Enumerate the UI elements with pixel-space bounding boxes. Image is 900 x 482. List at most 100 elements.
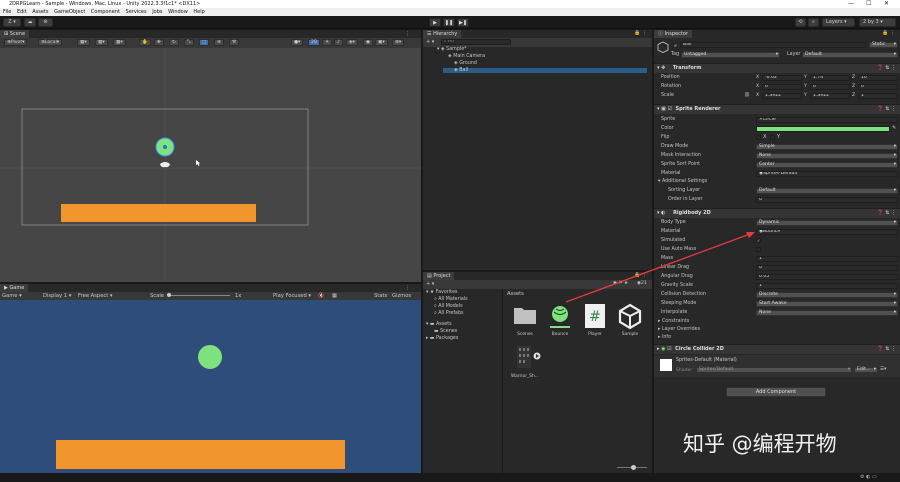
project-add-button[interactable]: + ▾ xyxy=(426,281,434,287)
rigidbody-header[interactable]: ▾ ◐ Rigidbody 2D ❓ ⇅ ⋮ xyxy=(654,208,900,218)
component-menu-icon[interactable]: ❓ ⇅ ⋮ xyxy=(877,209,896,218)
transform-tool-icon[interactable]: ⊛ xyxy=(214,39,224,46)
scale-slider[interactable] xyxy=(168,295,230,296)
scale-x-field[interactable]: 1.3922 xyxy=(762,93,802,99)
asset-bounce[interactable]: Bounce xyxy=(546,302,574,338)
sprite-renderer-header[interactable]: ▾ ▣ ☑ Sprite Renderer ❓ ⇅ ⋮ xyxy=(654,104,900,114)
tag-dropdown[interactable]: Untagged xyxy=(681,52,780,58)
enabled-checkbox[interactable]: ☑ xyxy=(667,346,671,352)
panel-divider[interactable] xyxy=(421,30,423,473)
tab-hierarchy[interactable]: ☰ Hierarchy xyxy=(423,30,462,38)
stats-toggle[interactable]: Stats xyxy=(374,293,387,299)
tree-fav-prefabs[interactable]: ⌕ All Prefabs xyxy=(434,310,464,316)
pivot-dropdown[interactable]: ⊕Pivot▾ xyxy=(4,39,28,46)
aspect-dropdown[interactable]: Free Aspect ▾ xyxy=(78,293,113,299)
shader-dropdown[interactable]: Sprites/Default xyxy=(696,367,852,373)
scene-ground[interactable] xyxy=(61,204,256,222)
flip-y-checkbox[interactable] xyxy=(770,135,775,140)
project-filter-icons[interactable]: ◉ ⚑ ★ xyxy=(613,281,628,286)
component-menu-icon[interactable]: ❓ ⇅ ⋮ xyxy=(877,105,896,114)
tab-inspector[interactable]: ⓘ Inspector xyxy=(654,30,692,38)
status-icons[interactable]: ⚙ ◐ ▭ xyxy=(860,474,877,480)
tab-project[interactable]: ▤ Project xyxy=(423,272,455,280)
tree-favorites[interactable]: ▾ ★ Favorites xyxy=(426,290,457,295)
active-checkbox[interactable]: ✓ xyxy=(673,43,678,48)
sort-point-dropdown[interactable]: Center xyxy=(756,162,898,168)
hidden-objects-icon[interactable]: ◉ xyxy=(363,39,374,46)
game-tab-menu-icon[interactable]: ⋮ xyxy=(405,285,410,291)
panel-divider[interactable] xyxy=(0,282,421,284)
body-type-dropdown[interactable]: Dynamic xyxy=(756,220,898,226)
draw-mode-dropdown[interactable]: Simple xyxy=(756,144,898,150)
step-button[interactable]: ▶❚ xyxy=(457,18,469,27)
menu-help[interactable]: Help xyxy=(193,9,204,15)
simulated-checkbox[interactable]: ✓ xyxy=(756,238,761,243)
minimize-button[interactable]: — xyxy=(848,0,854,8)
game-viewport[interactable] xyxy=(0,300,421,473)
mask-interaction-dropdown[interactable]: None xyxy=(756,153,898,159)
hierarchy-search-input[interactable]: ⌕ All xyxy=(441,39,511,45)
collision-detection-dropdown[interactable]: Discrete xyxy=(756,292,898,298)
icon-size-slider-handle[interactable] xyxy=(631,465,636,470)
layers-dropdown[interactable]: Layers ▾ xyxy=(822,18,855,27)
tree-scenes[interactable]: ▬ Scenes xyxy=(434,329,457,334)
rotation-z-field[interactable]: 0 xyxy=(858,84,898,90)
interpolate-dropdown[interactable]: None xyxy=(756,310,898,316)
hand-tool-icon[interactable]: ✋ xyxy=(139,39,151,46)
position-x-field[interactable]: -0.02 xyxy=(762,75,802,81)
flip-x-checkbox[interactable] xyxy=(756,135,761,140)
info-foldout[interactable]: ▸ Info xyxy=(658,335,671,340)
hierarchy-add-button[interactable]: + ▾ xyxy=(426,39,434,45)
draw-mode-icon[interactable]: ●▾ xyxy=(291,39,304,46)
auto-mass-checkbox[interactable] xyxy=(756,247,761,252)
position-y-field[interactable]: 1.74 xyxy=(810,75,850,81)
close-button[interactable]: ✕ xyxy=(884,0,889,8)
history-icon[interactable]: ⟲ xyxy=(795,18,806,27)
local-dropdown[interactable]: ⊕Local▾ xyxy=(38,39,63,46)
menu-edit[interactable]: Edit xyxy=(17,9,27,15)
audio-icon[interactable]: ♪ xyxy=(334,39,343,46)
maximize-button[interactable]: ☐ xyxy=(866,0,871,8)
menu-window[interactable]: Window xyxy=(168,9,188,15)
add-component-button[interactable]: Add Component xyxy=(726,387,826,397)
scene-viewport[interactable] xyxy=(0,48,421,282)
custom-tool-icon[interactable]: ⚒ xyxy=(229,39,240,46)
hierarchy-item-ball[interactable]: ◈ Ball xyxy=(443,68,647,73)
sprite-field[interactable]: ✕Circle xyxy=(756,117,898,123)
panel-divider[interactable] xyxy=(423,270,652,272)
game-mode-dropdown[interactable]: Game ▾ xyxy=(2,293,22,299)
snap-settings-icon[interactable]: ▦▾ xyxy=(113,39,126,46)
menu-jobs[interactable]: Jobs xyxy=(152,9,162,15)
camera-icon[interactable]: ▣▾ xyxy=(375,39,388,46)
mass-field[interactable]: 1 xyxy=(756,256,898,262)
rotation-x-field[interactable]: 0 xyxy=(762,84,802,90)
sleeping-mode-dropdown[interactable]: Start Awake xyxy=(756,301,898,307)
inspector-lock-icon[interactable]: 🔒 ⋮ xyxy=(882,30,895,36)
additional-settings-foldout[interactable]: ▾ Additional Settings xyxy=(658,179,707,184)
color-swatch[interactable] xyxy=(756,126,890,132)
pause-button[interactable]: ❚❚ xyxy=(443,18,455,27)
asset-scenes[interactable]: Scenes xyxy=(511,302,539,338)
stats-button[interactable]: ▦ xyxy=(332,293,337,299)
scene-tab-menu-icon[interactable]: ⋮ xyxy=(405,31,410,37)
tree-fav-materials[interactable]: ⌕ All Materials xyxy=(434,296,468,302)
position-z-field[interactable]: 10 xyxy=(858,75,898,81)
gravity-scale-field[interactable]: 1 xyxy=(756,283,898,289)
enabled-checkbox[interactable]: ☑ xyxy=(667,106,671,112)
scale-slider-handle[interactable] xyxy=(167,293,171,297)
sprite-material-field[interactable]: ◉Sprites-Default xyxy=(756,171,898,177)
eyedropper-icon[interactable]: ✎ xyxy=(892,125,896,131)
transform-header[interactable]: ▾ ✥ Transform ❓ ⇅ ⋮ xyxy=(654,63,900,73)
move-tool-icon[interactable]: ✥ xyxy=(154,39,164,46)
object-name-field[interactable]: Ball xyxy=(680,42,866,48)
menu-gameobject[interactable]: GameObject xyxy=(54,9,85,15)
tree-packages[interactable]: ▸ ▬ Packages xyxy=(426,336,458,341)
sorting-layer-dropdown[interactable]: Default xyxy=(756,188,898,194)
scale-y-field[interactable]: 1.3922 xyxy=(810,93,850,99)
circle-collider-header[interactable]: ▸ ◉ ☑ Circle Collider 2D ❓ ⇅ ⋮ xyxy=(654,344,900,354)
rotate-tool-icon[interactable]: ↻ xyxy=(169,39,179,46)
menu-assets[interactable]: Assets xyxy=(32,9,48,15)
search-icon[interactable]: ⌕ xyxy=(808,18,819,27)
hierarchy-item-main-camera[interactable]: ◈ Main Camera xyxy=(448,54,485,59)
hierarchy-scene-row[interactable]: ▾ ◈ Sample* xyxy=(437,47,467,52)
